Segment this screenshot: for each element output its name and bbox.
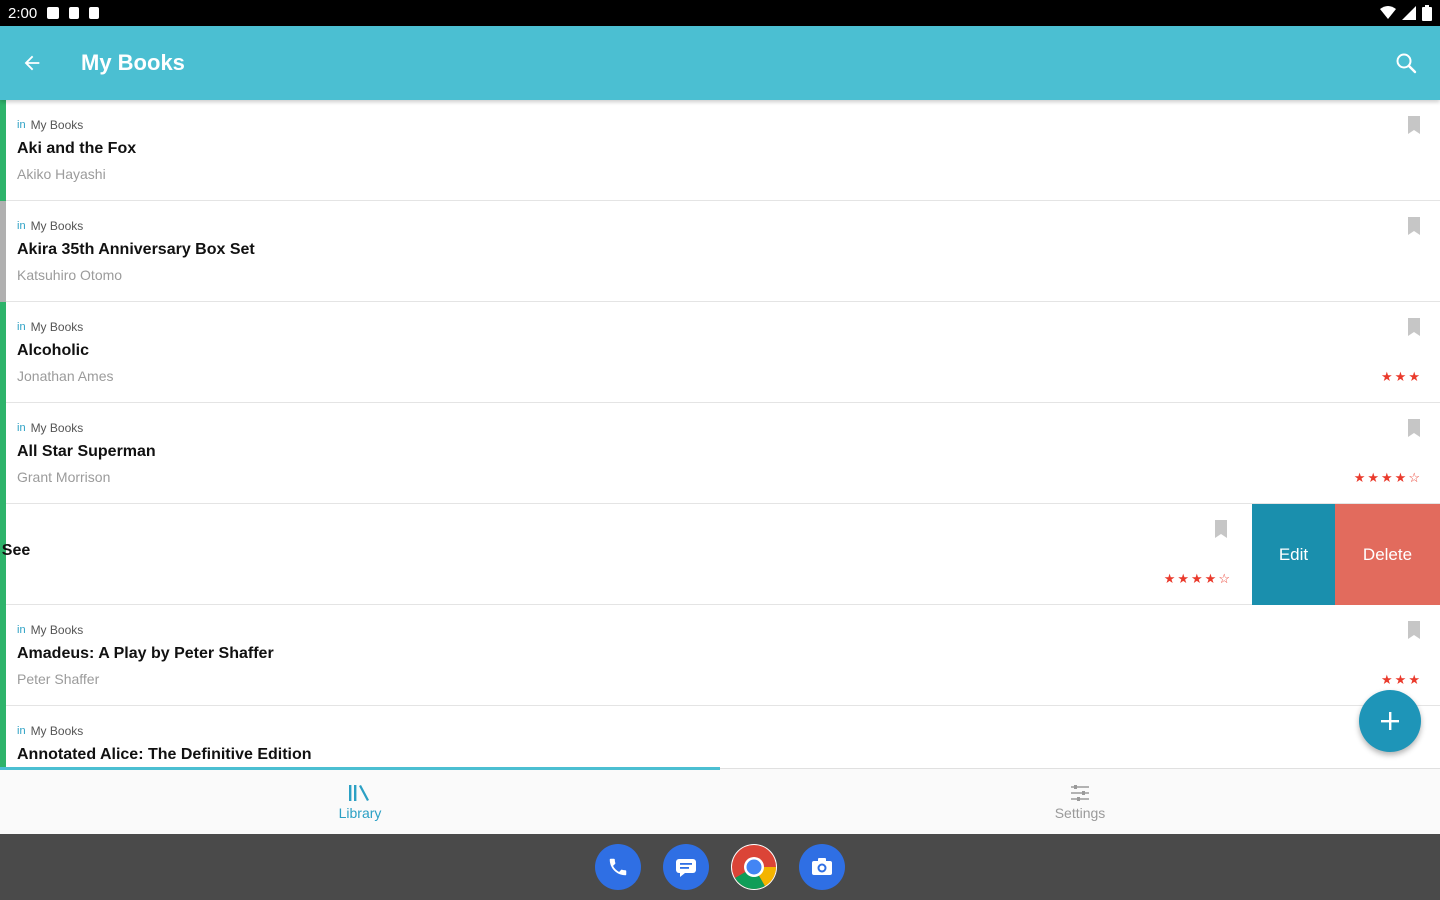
sim-icon: [69, 7, 80, 19]
add-book-button[interactable]: [1359, 690, 1421, 752]
shelf-color-edge: [0, 100, 6, 201]
book-list: in My Books Aki and the Fox Akiko Hayashi…: [0, 100, 1440, 768]
bookmark-icon[interactable]: [1407, 419, 1421, 437]
chrome-icon: [732, 845, 776, 889]
list-item[interactable]: in My Books Akira 35th Anniversary Box Se…: [0, 201, 1440, 302]
list-item[interactable]: in My Books Amadeus: A Play by Peter Shaf…: [0, 605, 1440, 706]
shelf-prefix: in: [17, 321, 26, 333]
phone-app[interactable]: [595, 844, 641, 890]
status-time: 2:00: [8, 4, 38, 22]
system-dock: [0, 834, 1440, 900]
bookmark-icon[interactable]: [1407, 621, 1421, 639]
book-title: Annotated Alice: The Definitive Edition: [17, 746, 312, 763]
shelf-name: My Books: [30, 421, 84, 435]
shelf-color-edge: [0, 201, 6, 302]
book-title: t See: [0, 542, 31, 559]
book-author: Akiko Hayashi: [17, 166, 106, 182]
shelf-prefix: in: [17, 725, 26, 737]
shelf-name: My Books: [30, 219, 84, 233]
chrome-app[interactable]: [731, 844, 777, 890]
book-author: Grant Morrison: [17, 469, 111, 485]
book-title: Alcoholic: [17, 342, 90, 359]
library-icon: [349, 785, 369, 801]
search-icon: [1396, 53, 1417, 74]
notification-icon: [47, 7, 60, 19]
sd-card-icon: [89, 7, 100, 19]
shelf-color-edge: [0, 302, 6, 403]
shelf-prefix: in: [17, 119, 26, 131]
app-bar: My Books: [0, 26, 1440, 100]
bookmark-icon[interactable]: [1407, 116, 1421, 134]
battery-icon: [1422, 5, 1432, 21]
shelf-name: My Books: [30, 623, 84, 637]
back-button[interactable]: [0, 26, 64, 100]
tab-library[interactable]: Library: [0, 769, 720, 835]
book-author: Peter Shaffer: [17, 671, 100, 687]
bottom-navigation: Library Settings: [0, 767, 1440, 835]
shelf-color-edge: [0, 605, 6, 706]
rating-stars: ★★★★☆: [1163, 571, 1232, 586]
shelf-prefix: in: [17, 624, 26, 636]
book-title: Aki and the Fox: [17, 140, 137, 157]
wifi-icon: [1380, 6, 1396, 19]
plus-icon: [1381, 712, 1399, 730]
rating-stars: ★★★: [1381, 369, 1422, 384]
bookmark-icon[interactable]: [1214, 520, 1228, 538]
delete-button[interactable]: Delete: [1335, 504, 1440, 605]
book-title: Akira 35th Anniversary Box Set: [17, 241, 255, 258]
tab-indicator: [0, 767, 720, 770]
shelf-color-edge: [0, 706, 6, 768]
camera-app[interactable]: [799, 844, 845, 890]
bookmark-icon[interactable]: [1407, 318, 1421, 336]
page-title: My Books: [81, 50, 185, 75]
tab-library-label: Library: [338, 805, 382, 821]
list-item[interactable]: in My Books Aki and the Fox Akiko Hayashi: [0, 100, 1440, 201]
phone-icon: [609, 858, 627, 876]
status-bar: 2:00: [0, 0, 1440, 26]
tab-settings-label: Settings: [1054, 805, 1106, 821]
arrow-left-icon: [24, 55, 40, 71]
shelf-name: My Books: [30, 724, 84, 738]
list-item[interactable]: in My Books All Star Superman Grant Morri…: [0, 403, 1440, 504]
shelf-name: My Books: [30, 320, 84, 334]
shelf-color-edge: [0, 403, 6, 504]
book-title: All Star Superman: [17, 443, 156, 460]
shelf-prefix: in: [17, 422, 26, 434]
shelf-name: My Books: [30, 118, 84, 132]
message-icon: [676, 859, 696, 877]
search-button[interactable]: [1372, 26, 1440, 100]
signal-icon: [1402, 6, 1416, 20]
book-author: Jonathan Ames: [17, 368, 114, 384]
edit-button[interactable]: Edit: [1252, 504, 1335, 605]
rating-stars: ★★★★☆: [1353, 470, 1422, 485]
list-item[interactable]: in My Books Alcoholic Jonathan Ames ★★★: [0, 302, 1440, 403]
camera-icon: [812, 858, 832, 875]
book-author: Katsuhiro Otomo: [17, 267, 123, 283]
book-title: Amadeus: A Play by Peter Shaffer: [17, 645, 274, 662]
list-item-swiped[interactable]: t See ★★★★☆ Edit Delete: [0, 504, 1440, 605]
shelf-prefix: in: [17, 220, 26, 232]
rating-stars: ★★★: [1381, 672, 1422, 687]
sliders-icon: [1071, 785, 1089, 801]
messages-app[interactable]: [663, 844, 709, 890]
bookmark-icon[interactable]: [1407, 217, 1421, 235]
tab-settings[interactable]: Settings: [720, 769, 1440, 835]
list-item[interactable]: in My Books Annotated Alice: The Definiti…: [0, 706, 1440, 768]
